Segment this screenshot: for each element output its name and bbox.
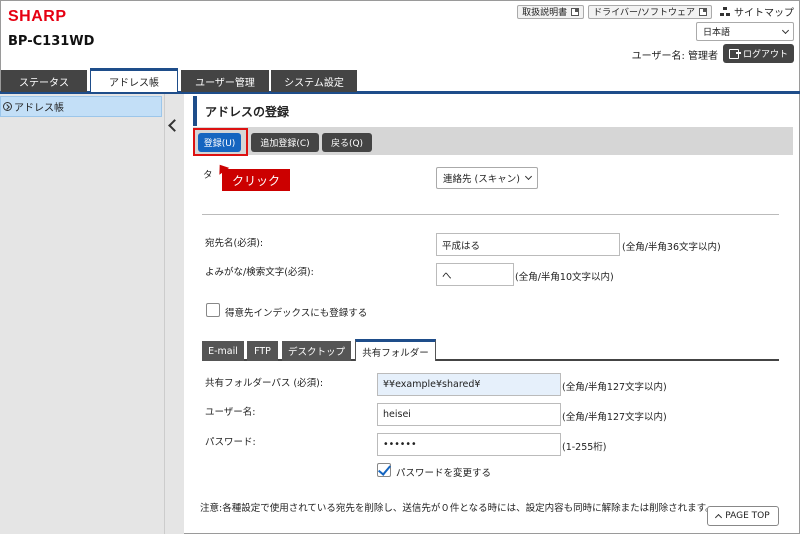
driver-software-link[interactable]: ドライバー/ソフトウェア [588, 4, 712, 19]
name-field[interactable]: 平成はる [436, 233, 620, 256]
change-password-label: パスワードを変更する [396, 468, 492, 479]
page-top-button[interactable]: PAGE TOP [707, 506, 779, 526]
username-hint: (全角/半角127文字以内) [562, 412, 667, 423]
language-value: 日本語 [703, 28, 731, 38]
back-button[interactable]: 戻る(Q) [322, 133, 372, 152]
device-model: BP-C131WD [8, 34, 95, 49]
sidebar-item-address-book[interactable]: アドレス帳 [0, 96, 162, 117]
sidebar: アドレス帳 [0, 94, 164, 534]
folder-path-field[interactable]: ¥¥example¥shared¥ [377, 373, 561, 396]
name-label: 宛先名(必須): [205, 238, 264, 249]
chevron-down-icon [781, 26, 790, 35]
favorite-index-label: 得意先インデックスにも登録する [225, 308, 368, 319]
manual-link-label: 取扱説明書 [522, 8, 568, 18]
name-hint: (全角/半角36文字以内) [622, 242, 721, 253]
tab-status[interactable]: ステータス [1, 70, 87, 92]
username-field[interactable]: heisei [377, 403, 561, 426]
tab-shared-folder[interactable]: 共有フォルダー [355, 339, 436, 361]
user-name-label: ユーザー名: 管理者 [631, 51, 718, 62]
logout-button[interactable]: ログアウト [722, 44, 794, 63]
folder-path-label: 共有フォルダーパス (必須): [205, 378, 324, 389]
type-label: タ [203, 170, 213, 181]
sidebar-item-label: アドレス帳 [14, 103, 64, 114]
external-link-icon [571, 7, 580, 16]
brand-logo: SHARP [8, 8, 67, 25]
destination-type-tabs: E-mail FTP デスクトップ 共有フォルダー [202, 339, 779, 361]
external-link-icon [699, 7, 707, 16]
type-select[interactable]: 連絡先 (スキャン) [436, 167, 538, 189]
chevron-left-icon [168, 119, 181, 132]
kana-field[interactable]: へ [436, 263, 514, 286]
driver-link-label: ドライバー/ソフトウェア [593, 8, 695, 18]
arrow-circle-icon [3, 102, 12, 111]
page-top-label: PAGE TOP [725, 511, 770, 521]
password-field[interactable]: •••••• [377, 433, 561, 456]
tab-ftp[interactable]: FTP [247, 341, 278, 361]
kana-label: よみがな/検索文字(必須): [205, 267, 314, 278]
logout-icon [728, 48, 741, 59]
top-links: 取扱説明書 ドライバー/ソフトウェア サイトマップ [517, 4, 794, 19]
chevron-up-icon [715, 513, 723, 522]
sitemap-label: サイトマップ [734, 8, 794, 19]
change-password-checkbox[interactable] [377, 463, 391, 477]
sitemap-link[interactable]: サイトマップ [720, 4, 794, 19]
folder-path-hint: (全角/半角127文字以内) [562, 382, 667, 393]
password-hint: (1-255桁) [562, 442, 607, 453]
sidebar-collapse-button[interactable] [164, 94, 184, 534]
username-label: ユーザー名: [205, 407, 256, 418]
tab-system-settings[interactable]: システム設定 [271, 70, 357, 92]
deletion-note: 注意:各種設定で使用されている宛先を削除し、送信先が０件となる時には、設定内容も… [200, 503, 715, 514]
tab-address-book[interactable]: アドレス帳 [90, 68, 178, 92]
kana-hint: (全角/半角10文字以内) [515, 272, 614, 283]
add-register-button[interactable]: 追加登録(C) [251, 133, 319, 152]
chevron-down-icon [524, 172, 533, 181]
password-label: パスワード: [205, 437, 256, 448]
highlight-box [193, 128, 248, 156]
language-select[interactable]: 日本語 [696, 22, 794, 41]
logout-label: ログアウト [742, 50, 788, 60]
manual-link[interactable]: 取扱説明書 [517, 4, 585, 19]
main-tab-bar: ステータス アドレス帳 ユーザー管理 システム設定 [0, 68, 800, 94]
divider [202, 214, 779, 215]
click-callout: クリック [222, 169, 290, 191]
tab-email[interactable]: E-mail [202, 341, 244, 361]
favorite-index-checkbox[interactable] [206, 303, 220, 317]
sitemap-icon [720, 6, 731, 17]
action-bar: 登録(U) 追加登録(C) 戻る(Q) [193, 127, 793, 155]
tab-desktop[interactable]: デスクトップ [282, 341, 351, 361]
tab-user-management[interactable]: ユーザー管理 [181, 70, 269, 92]
page-title: アドレスの登録 [193, 96, 793, 126]
main-content: アドレスの登録 登録(U) 追加登録(C) 戻る(Q) タ 連絡先 (スキャン)… [193, 94, 793, 534]
type-select-value: 連絡先 (スキャン) [443, 174, 520, 185]
